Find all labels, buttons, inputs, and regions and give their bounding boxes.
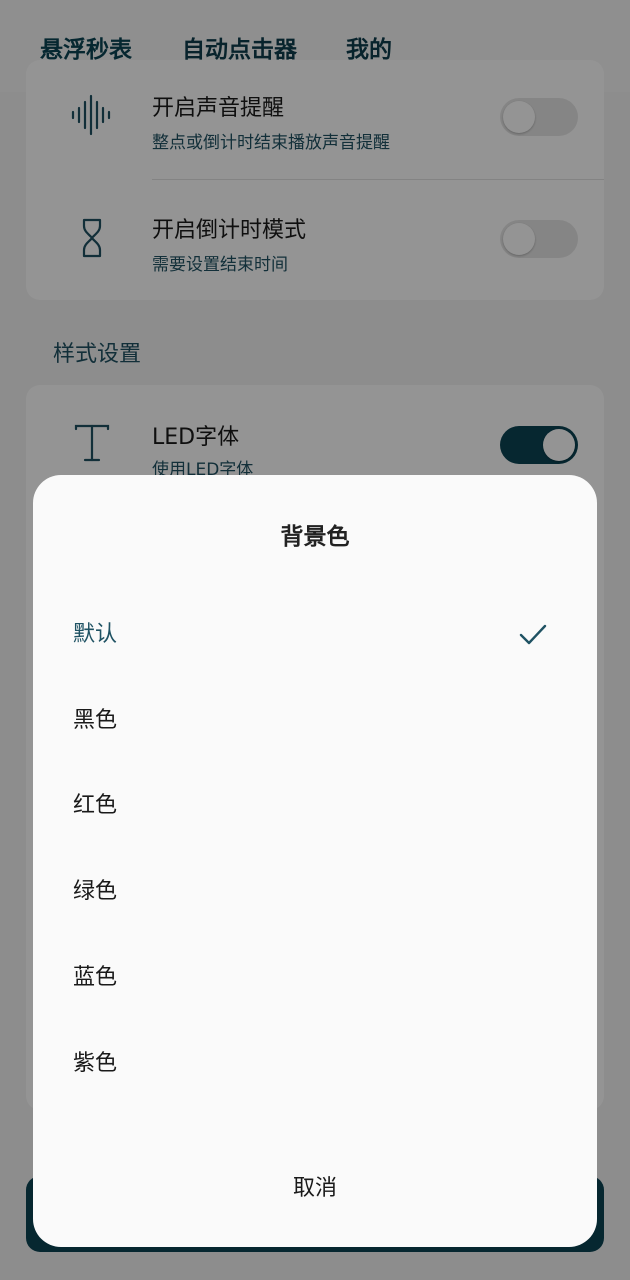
option-label: 蓝色: [73, 965, 118, 990]
background-color-dialog: 背景色 默认 黑色 红色 绿色 蓝色 紫色 取消: [33, 475, 597, 1247]
option-blue[interactable]: 蓝色: [73, 950, 557, 1006]
checkmark-icon: [519, 624, 547, 645]
option-label: 黑色: [73, 708, 118, 733]
option-label: 紫色: [73, 1051, 118, 1076]
option-red[interactable]: 红色: [73, 778, 557, 834]
cancel-button[interactable]: 取消: [33, 1170, 597, 1202]
option-label: 绿色: [73, 879, 118, 904]
option-label: 默认: [73, 622, 118, 647]
option-default[interactable]: 默认: [73, 607, 557, 663]
option-purple[interactable]: 紫色: [73, 1036, 557, 1092]
option-green[interactable]: 绿色: [73, 864, 557, 920]
option-black[interactable]: 黑色: [73, 693, 557, 749]
dialog-title: 背景色: [280, 524, 350, 550]
option-label: 红色: [73, 793, 118, 818]
